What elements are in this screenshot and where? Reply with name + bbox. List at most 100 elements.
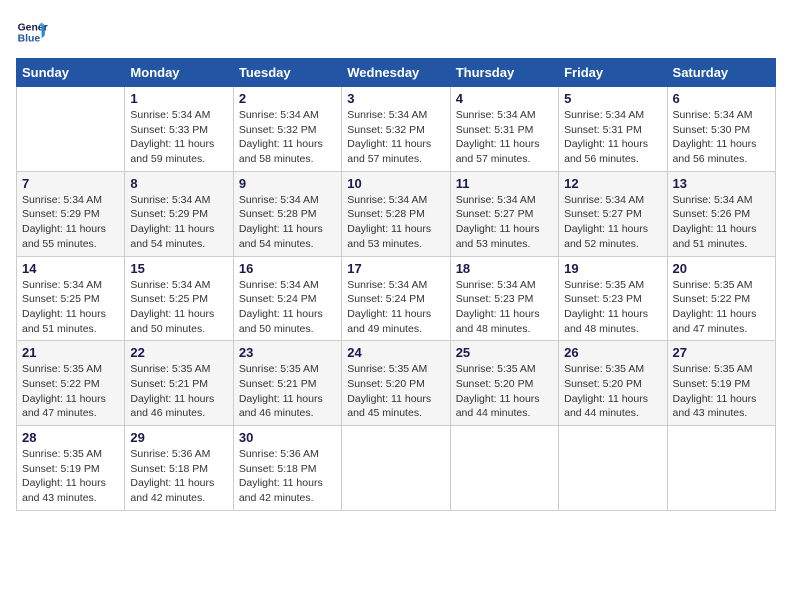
day-cell: 7 Sunrise: 5:34 AMSunset: 5:29 PMDaylight…: [17, 171, 125, 256]
day-cell: 28 Sunrise: 5:35 AMSunset: 5:19 PMDayligh…: [17, 426, 125, 511]
week-row-4: 21 Sunrise: 5:35 AMSunset: 5:22 PMDayligh…: [17, 341, 776, 426]
day-number: 28: [22, 430, 119, 445]
day-number: 16: [239, 261, 336, 276]
day-detail: Sunrise: 5:34 AMSunset: 5:31 PMDaylight:…: [456, 108, 553, 167]
day-cell: 22 Sunrise: 5:35 AMSunset: 5:21 PMDayligh…: [125, 341, 233, 426]
day-number: 11: [456, 176, 553, 191]
day-detail: Sunrise: 5:34 AMSunset: 5:24 PMDaylight:…: [239, 278, 336, 337]
calendar-header: SundayMondayTuesdayWednesdayThursdayFrid…: [17, 59, 776, 87]
day-detail: Sunrise: 5:34 AMSunset: 5:25 PMDaylight:…: [130, 278, 227, 337]
day-detail: Sunrise: 5:34 AMSunset: 5:33 PMDaylight:…: [130, 108, 227, 167]
day-number: 13: [673, 176, 770, 191]
day-detail: Sunrise: 5:34 AMSunset: 5:32 PMDaylight:…: [347, 108, 444, 167]
day-detail: Sunrise: 5:36 AMSunset: 5:18 PMDaylight:…: [130, 447, 227, 506]
day-detail: Sunrise: 5:36 AMSunset: 5:18 PMDaylight:…: [239, 447, 336, 506]
day-number: 8: [130, 176, 227, 191]
day-cell: 18Sunrise: 5:34 AMSunset: 5:23 PMDayligh…: [450, 256, 558, 341]
day-detail: Sunrise: 5:35 AMSunset: 5:20 PMDaylight:…: [456, 362, 553, 421]
day-cell: 8 Sunrise: 5:34 AMSunset: 5:29 PMDaylight…: [125, 171, 233, 256]
day-cell: 29 Sunrise: 5:36 AMSunset: 5:18 PMDayligh…: [125, 426, 233, 511]
day-detail: Sunrise: 5:35 AMSunset: 5:21 PMDaylight:…: [239, 362, 336, 421]
day-cell: 12 Sunrise: 5:34 AMSunset: 5:27 PMDayligh…: [559, 171, 667, 256]
day-number: 19: [564, 261, 661, 276]
day-detail: Sunrise: 5:34 AMSunset: 5:30 PMDaylight:…: [673, 108, 770, 167]
logo-icon: General Blue: [16, 16, 48, 48]
calendar-table: SundayMondayTuesdayWednesdayThursdayFrid…: [16, 58, 776, 511]
col-header-friday: Friday: [559, 59, 667, 87]
day-detail: Sunrise: 5:35 AMSunset: 5:21 PMDaylight:…: [130, 362, 227, 421]
day-cell: 1 Sunrise: 5:34 AMSunset: 5:33 PMDaylight…: [125, 87, 233, 172]
day-cell: 6 Sunrise: 5:34 AMSunset: 5:30 PMDaylight…: [667, 87, 775, 172]
day-cell: 25 Sunrise: 5:35 AMSunset: 5:20 PMDayligh…: [450, 341, 558, 426]
day-number: 7: [22, 176, 119, 191]
day-cell: 9Sunrise: 5:34 AMSunset: 5:28 PMDaylight…: [233, 171, 341, 256]
day-cell: 5Sunrise: 5:34 AMSunset: 5:31 PMDaylight…: [559, 87, 667, 172]
day-cell: 23 Sunrise: 5:35 AMSunset: 5:21 PMDayligh…: [233, 341, 341, 426]
day-detail: Sunrise: 5:34 AMSunset: 5:27 PMDaylight:…: [564, 193, 661, 252]
week-row-5: 28 Sunrise: 5:35 AMSunset: 5:19 PMDayligh…: [17, 426, 776, 511]
day-number: 25: [456, 345, 553, 360]
day-number: 12: [564, 176, 661, 191]
day-detail: Sunrise: 5:34 AMSunset: 5:29 PMDaylight:…: [130, 193, 227, 252]
day-detail: Sunrise: 5:35 AMSunset: 5:19 PMDaylight:…: [22, 447, 119, 506]
day-cell: 10Sunrise: 5:34 AMSunset: 5:28 PMDayligh…: [342, 171, 450, 256]
page-header: General Blue: [16, 16, 776, 48]
day-number: 27: [673, 345, 770, 360]
day-cell: 27Sunrise: 5:35 AMSunset: 5:19 PMDayligh…: [667, 341, 775, 426]
day-detail: Sunrise: 5:34 AMSunset: 5:26 PMDaylight:…: [673, 193, 770, 252]
day-detail: Sunrise: 5:34 AMSunset: 5:31 PMDaylight:…: [564, 108, 661, 167]
day-cell: 11 Sunrise: 5:34 AMSunset: 5:27 PMDayligh…: [450, 171, 558, 256]
day-number: 3: [347, 91, 444, 106]
day-number: 22: [130, 345, 227, 360]
day-detail: Sunrise: 5:34 AMSunset: 5:27 PMDaylight:…: [456, 193, 553, 252]
day-cell: [559, 426, 667, 511]
day-cell: [342, 426, 450, 511]
day-detail: Sunrise: 5:35 AMSunset: 5:20 PMDaylight:…: [564, 362, 661, 421]
day-detail: Sunrise: 5:34 AMSunset: 5:32 PMDaylight:…: [239, 108, 336, 167]
day-cell: 13 Sunrise: 5:34 AMSunset: 5:26 PMDayligh…: [667, 171, 775, 256]
svg-text:Blue: Blue: [18, 34, 41, 45]
week-row-1: 1 Sunrise: 5:34 AMSunset: 5:33 PMDaylight…: [17, 87, 776, 172]
week-row-2: 7 Sunrise: 5:34 AMSunset: 5:29 PMDaylight…: [17, 171, 776, 256]
day-cell: 14Sunrise: 5:34 AMSunset: 5:25 PMDayligh…: [17, 256, 125, 341]
day-cell: 24 Sunrise: 5:35 AMSunset: 5:20 PMDayligh…: [342, 341, 450, 426]
day-cell: 3 Sunrise: 5:34 AMSunset: 5:32 PMDaylight…: [342, 87, 450, 172]
day-detail: Sunrise: 5:35 AMSunset: 5:20 PMDaylight:…: [347, 362, 444, 421]
day-cell: 20Sunrise: 5:35 AMSunset: 5:22 PMDayligh…: [667, 256, 775, 341]
day-cell: 15 Sunrise: 5:34 AMSunset: 5:25 PMDayligh…: [125, 256, 233, 341]
day-number: 1: [130, 91, 227, 106]
day-detail: Sunrise: 5:35 AMSunset: 5:23 PMDaylight:…: [564, 278, 661, 337]
day-number: 15: [130, 261, 227, 276]
day-detail: Sunrise: 5:34 AMSunset: 5:24 PMDaylight:…: [347, 278, 444, 337]
day-number: 29: [130, 430, 227, 445]
day-detail: Sunrise: 5:35 AMSunset: 5:22 PMDaylight:…: [673, 278, 770, 337]
day-number: 23: [239, 345, 336, 360]
col-header-saturday: Saturday: [667, 59, 775, 87]
day-cell: [450, 426, 558, 511]
day-cell: 19 Sunrise: 5:35 AMSunset: 5:23 PMDayligh…: [559, 256, 667, 341]
day-number: 17: [347, 261, 444, 276]
day-cell: 2 Sunrise: 5:34 AMSunset: 5:32 PMDaylight…: [233, 87, 341, 172]
day-detail: Sunrise: 5:35 AMSunset: 5:22 PMDaylight:…: [22, 362, 119, 421]
logo: General Blue: [16, 16, 52, 48]
col-header-wednesday: Wednesday: [342, 59, 450, 87]
day-cell: 17 Sunrise: 5:34 AMSunset: 5:24 PMDayligh…: [342, 256, 450, 341]
day-cell: 26 Sunrise: 5:35 AMSunset: 5:20 PMDayligh…: [559, 341, 667, 426]
col-header-monday: Monday: [125, 59, 233, 87]
day-cell: 21 Sunrise: 5:35 AMSunset: 5:22 PMDayligh…: [17, 341, 125, 426]
day-number: 21: [22, 345, 119, 360]
day-number: 2: [239, 91, 336, 106]
day-detail: Sunrise: 5:34 AMSunset: 5:29 PMDaylight:…: [22, 193, 119, 252]
day-number: 24: [347, 345, 444, 360]
day-detail: Sunrise: 5:34 AMSunset: 5:23 PMDaylight:…: [456, 278, 553, 337]
col-header-thursday: Thursday: [450, 59, 558, 87]
day-number: 26: [564, 345, 661, 360]
col-header-tuesday: Tuesday: [233, 59, 341, 87]
day-number: 14: [22, 261, 119, 276]
col-header-sunday: Sunday: [17, 59, 125, 87]
day-detail: Sunrise: 5:34 AMSunset: 5:28 PMDaylight:…: [239, 193, 336, 252]
day-number: 6: [673, 91, 770, 106]
day-cell: [17, 87, 125, 172]
day-detail: Sunrise: 5:34 AMSunset: 5:28 PMDaylight:…: [347, 193, 444, 252]
day-cell: 16 Sunrise: 5:34 AMSunset: 5:24 PMDayligh…: [233, 256, 341, 341]
